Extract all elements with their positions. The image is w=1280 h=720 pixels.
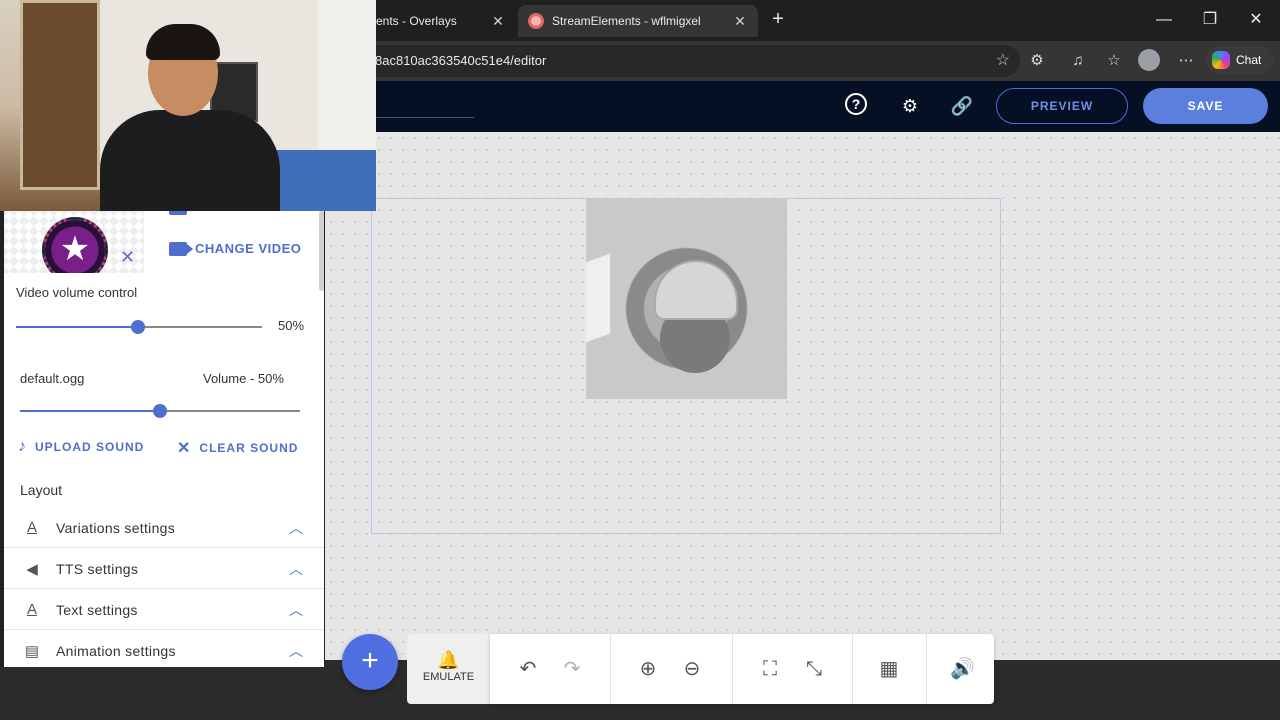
bell-icon: 🔔 [437, 650, 460, 670]
clear-sound-button[interactable]: ✕ CLEAR SOUND [177, 438, 298, 458]
webcam-curtain [318, 0, 376, 150]
toolbar-divider [610, 634, 611, 704]
screen: ents - Overlays ✕ StreamElements - wflmi… [0, 0, 1280, 720]
emulate-button[interactable]: 🔔 EMULATE [407, 634, 490, 704]
sound-volume-fill [20, 410, 160, 412]
sound-volume-label: Volume - 50% [203, 371, 284, 386]
tab-title: ents - Overlays [376, 14, 457, 28]
favorites-icon[interactable]: ☆ [1102, 49, 1126, 73]
webcam-bed [270, 150, 376, 211]
extensions-icon[interactable]: ⚙ [1025, 49, 1049, 73]
section-title: Variations settings [56, 519, 176, 536]
star-badge: ★ [42, 217, 108, 273]
editor-toolbar: ↶ ↷ ⊕ ⊖ ⛶ ⤡ ▦ 🔊 [490, 634, 994, 704]
music-note-icon: ♪ [18, 438, 27, 455]
layout-heading: Layout [20, 482, 63, 498]
webcam-overlay [0, 0, 376, 211]
chevron-up-icon[interactable]: ︿ [286, 600, 306, 620]
section-title: Animation settings [56, 642, 176, 659]
volume-icon[interactable]: 🔊 [950, 657, 975, 681]
zoom-in-icon[interactable]: ⊕ [636, 657, 660, 681]
streamelements-favicon-icon [528, 13, 544, 29]
add-widget-button[interactable]: + [342, 634, 398, 690]
more-icon[interactable]: ⋯ [1174, 49, 1198, 73]
undo-icon[interactable]: ↶ [516, 657, 540, 681]
grid-icon[interactable]: ▦ [877, 657, 901, 681]
section-tts-settings[interactable]: ◀ TTS settings ︿ [4, 549, 324, 589]
copilot-chat-button[interactable]: Chat [1206, 46, 1274, 74]
video-volume-label: Video volume control [16, 285, 138, 300]
zoom-out-icon[interactable]: ⊖ [680, 657, 704, 681]
text-format-icon: A [26, 519, 37, 536]
new-tab-icon[interactable]: + [766, 7, 790, 31]
close-window-icon[interactable]: ✕ [1244, 8, 1268, 32]
section-title: Text settings [56, 601, 138, 618]
clear-sound-label: CLEAR SOUND [199, 441, 299, 455]
chevron-up-icon[interactable]: ︿ [286, 559, 306, 579]
fullscreen-exit-icon[interactable]: ⤡ [802, 657, 826, 681]
header-divider [376, 117, 474, 118]
upload-sound-button[interactable]: ♪ UPLOAD SOUND [18, 438, 144, 456]
tab-title: StreamElements - wflmigxel [552, 14, 701, 28]
url-field[interactable]: 8ac810ac363540c51e4/editor ☆ [360, 45, 1020, 77]
tab-overlays[interactable]: ents - Overlays ✕ [366, 5, 516, 37]
chevron-up-icon[interactable]: ︿ [286, 641, 306, 661]
section-text-settings[interactable]: A Text settings ︿ [4, 590, 324, 630]
help-circle: ? [845, 93, 867, 115]
reading-list-icon[interactable]: ♫ [1066, 49, 1090, 73]
link-icon[interactable]: 🔗 [949, 93, 975, 119]
clear-video-icon[interactable]: ✕ [120, 247, 135, 268]
section-title: TTS settings [56, 560, 139, 577]
webcam-door [20, 0, 100, 190]
change-video-button[interactable]: CHANGE VIDEO [169, 241, 301, 256]
star-icon: ★ [59, 230, 91, 268]
video-volume-fill [16, 326, 139, 328]
text-format-icon: A [26, 601, 37, 618]
sound-file-name: default.ogg [20, 371, 85, 386]
widget-settings-panel: ★ ✕ CHANGE VIDEO Video volume control 50… [4, 211, 324, 667]
restore-icon[interactable]: ❐ [1198, 8, 1222, 32]
animation-icon: ▤ [24, 642, 40, 660]
section-animation-settings[interactable]: ▤ Animation settings ︿ [4, 631, 324, 667]
tab-streamelements[interactable]: StreamElements - wflmigxel ✕ [518, 5, 758, 37]
panel-scrollbar[interactable] [319, 211, 324, 291]
close-icon: ✕ [177, 440, 192, 457]
settings-screen-icon[interactable]: ⚙ [897, 93, 923, 119]
minimize-icon[interactable]: — [1152, 8, 1176, 32]
toolbar-divider [852, 634, 853, 704]
close-icon[interactable]: ✕ [732, 13, 748, 30]
save-button[interactable]: SAVE [1143, 88, 1268, 124]
fit-screen-icon[interactable]: ⛶ [758, 657, 782, 681]
video-volume-value: 50% [278, 318, 305, 333]
star-icon[interactable]: ☆ [996, 45, 1010, 77]
speaker-icon: ◀ [26, 560, 38, 578]
copilot-icon [1212, 51, 1230, 69]
upload-sound-label: UPLOAD SOUND [35, 440, 145, 454]
toolbar-divider [732, 634, 733, 704]
webcam-person-body [100, 110, 280, 211]
copilot-label: Chat [1236, 53, 1262, 67]
alert-video-widget[interactable] [586, 198, 787, 399]
video-volume-thumb[interactable] [131, 320, 145, 334]
panel-bottom-area [0, 667, 325, 720]
video-background [586, 253, 610, 343]
help-icon[interactable]: ? [845, 93, 871, 119]
emulate-label: EMULATE [422, 671, 475, 683]
chevron-up-icon[interactable]: ︿ [286, 518, 306, 538]
url-text: 8ac810ac363540c51e4/editor [375, 53, 547, 68]
redo-icon[interactable]: ↷ [560, 657, 584, 681]
preview-button[interactable]: PREVIEW [996, 88, 1128, 124]
close-icon[interactable]: ✕ [490, 13, 506, 30]
panel-tab-indicator [169, 211, 187, 215]
sound-volume-thumb[interactable] [153, 404, 167, 418]
editor-canvas[interactable] [325, 132, 1280, 660]
change-video-label: CHANGE VIDEO [195, 241, 302, 256]
toolbar-divider [926, 634, 927, 704]
video-camera-icon [169, 241, 193, 256]
profile-avatar[interactable] [1138, 49, 1160, 71]
video-cap [654, 260, 738, 320]
section-variations-settings[interactable]: A Variations settings ︿ [4, 508, 324, 548]
